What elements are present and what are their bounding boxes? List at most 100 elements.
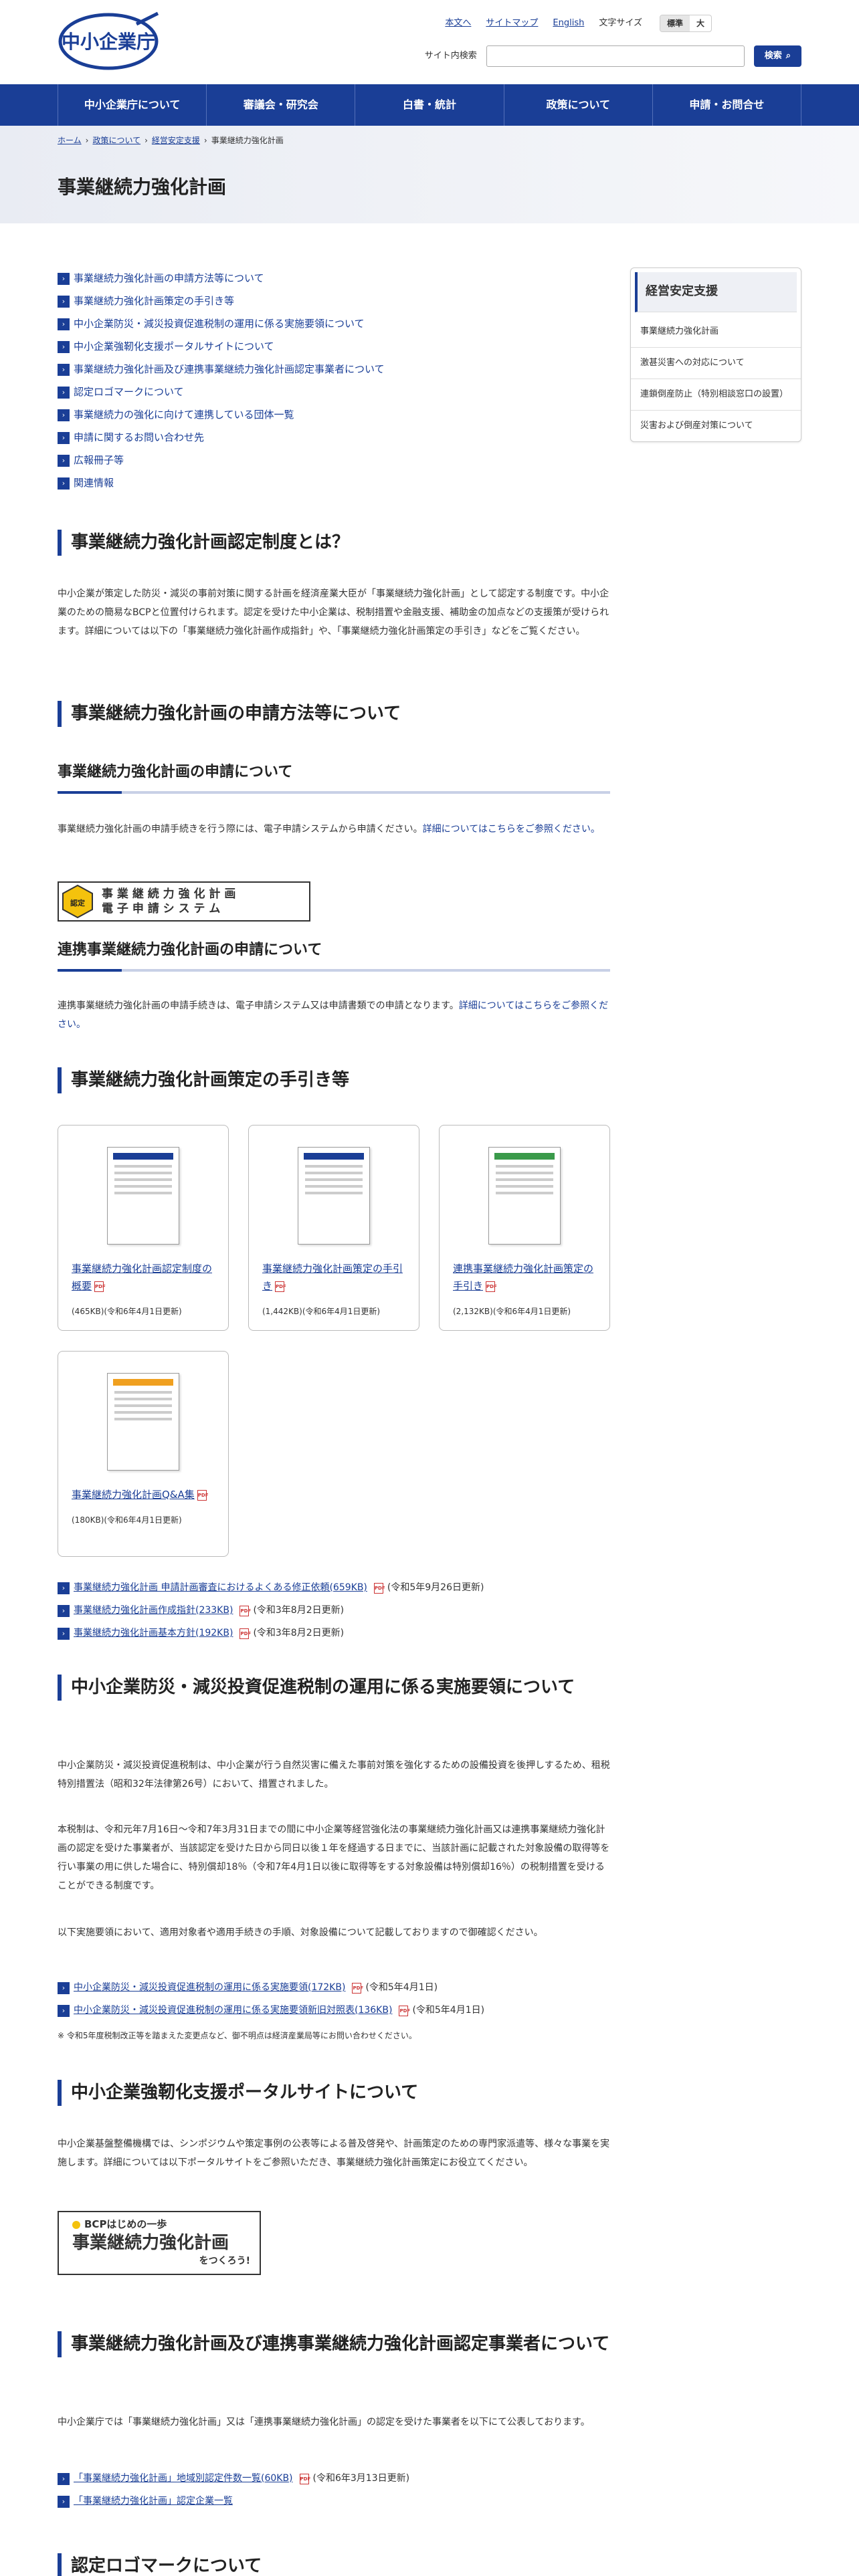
nav-whitepaper[interactable]: 白書・統計 [355,84,504,126]
guide-card-link[interactable]: 連携事業継続力強化計画策定の手引き [453,1263,593,1292]
certified-downloads: › 「事業継続力強化計画」地域別認定件数一覧(60KB) PDF (令和6年3月13日… [58,2468,610,2513]
sidebar-title[interactable]: 経営安定支援 [635,272,797,312]
guide-card-link[interactable]: 事業継続力強化計画Q&A集 [72,1489,195,1501]
download-note: (令和3年8月2日更新) [253,1605,345,1616]
portal-text: 中小企業基盤整備機構では、シンポジウムや策定事例の公表等による普及啓発や、計画策… [58,2139,610,2168]
toc-link[interactable]: 中小企業防災・減災投資促進税制の運用に係る実施要領について [74,316,365,333]
download-link[interactable]: 事業継続力強化計画基本方針(192KB) [74,1626,233,1642]
e-application-banner[interactable]: 認定 事 業 継 続 力 強 化 計 画 電 子 申 請 シ ス テ ム [58,881,310,922]
nav-apply[interactable]: 申請・お問合せ [653,84,802,126]
guide-downloads: › 事業継続力強化計画 申請計画審査におけるよくある修正依頼(659KB) PDF(… [58,1577,610,1645]
guide-card[interactable]: 事業継続力強化計画策定の手引き PDF (1,442KB)(令和6年4月1日更新) [248,1125,419,1331]
search-button[interactable]: 検索 ⌕ [753,45,801,67]
search-input[interactable] [486,45,745,67]
breadcrumb-policy[interactable]: 政策について [92,134,140,147]
dot-icon [72,2220,80,2229]
toc-item[interactable]: › 事業継続力強化計画策定の手引き等 [58,290,610,313]
section-heading-logo: 認定ロゴマークについて [58,2553,610,2576]
search-icon: ⌕ [785,50,791,61]
toc-item[interactable]: › 申請に関するお問い合わせ先 [58,427,610,449]
arrow-right-icon: › [58,318,70,330]
tax-text-2: 本税制は、令和元年7月16日～令和7年3月31日までの間に中小企業等経営強化法の… [58,1824,610,1891]
toc-item[interactable]: › 広報冊子等 [58,449,610,472]
download-link[interactable]: 事業継続力強化計画作成指針(233KB) [74,1603,233,1619]
pdf-icon: PDF [94,1281,106,1292]
download-link[interactable]: 中小企業防災・減災投資促進税制の運用に係る実施要領新旧対照表(136KB) [74,2003,392,2019]
breadcrumb: ホーム › 政策について › 経営安定支援 › 事業継続力強化計画 [58,126,801,147]
sidebar-item-disaster[interactable]: 激甚災害への対応について [631,348,801,379]
download-link[interactable]: 「事業継続力強化計画」認定企業一覧 [74,2494,233,2510]
sidebar-item-measures[interactable]: 災害および倒産対策について [631,411,801,441]
subheading-joint-application: 連携事業継続力強化計画の申請について [58,938,610,972]
sidebar-item-bcp[interactable]: 事業継続力強化計画 [631,316,801,348]
toc-item[interactable]: › 事業継続力強化計画及び連携事業継続力強化計画認定事業者について [58,358,610,381]
font-size-large-button[interactable]: 大 [690,15,711,31]
chevron-right-icon: › [85,136,89,145]
guide-card-meta: (465KB)(令和6年4月1日更新) [72,1306,182,1316]
toc-item[interactable]: › 中小企業防災・減災投資促進税制の運用に係る実施要領について [58,313,610,336]
portal-banner[interactable]: BCPはじめの一歩 事業継続力強化計画 をつくろう! [58,2211,261,2275]
site-logo[interactable]: 中小企業庁 [58,11,166,72]
section-heading-portal: 中小企業強靭化支援ポータルサイトについて [58,2080,610,2106]
logo-emblem-icon: 中小企業庁 [58,11,159,70]
arrow-right-icon: › [58,1982,70,1994]
logo-text: 中小企業庁 [62,31,155,53]
nav-policy[interactable]: 政策について [504,84,653,126]
toc-link[interactable]: 申請に関するお問い合わせ先 [74,429,204,447]
pdf-icon: PDF [275,1281,286,1292]
guide-card[interactable]: 事業継続力強化計画認定制度の概要 PDF (465KB)(令和6年4月1日更新) [58,1125,229,1331]
application-detail-link[interactable]: 詳細についてはこちらをご参照ください。 [423,824,600,835]
breadcrumb-home[interactable]: ホーム [58,134,82,147]
section-heading-guides: 事業継続力強化計画策定の手引き等 [58,1067,610,1093]
toc-item[interactable]: › 中小企業強靭化支援ポータルサイトについて [58,336,610,358]
toc-link[interactable]: 広報冊子等 [74,452,124,469]
download-link[interactable]: 事業継続力強化計画 申請計画審査におけるよくある修正依頼(659KB) [74,1580,367,1596]
toc-item[interactable]: › 事業継続力強化計画の申請方法等について [58,267,610,290]
breadcrumb-management[interactable]: 経営安定支援 [152,134,200,147]
english-link[interactable]: English [553,16,584,31]
portal-banner-main: 事業継続力強化計画 [72,2233,229,2254]
toc-link[interactable]: 事業継続力強化計画策定の手引き等 [74,293,234,310]
arrow-right-icon: › [58,1582,70,1594]
nav-about[interactable]: 中小企業庁について [58,84,207,126]
toc-item[interactable]: › 事業継続力の強化に向けて連携している団体一覧 [58,404,610,427]
pdf-icon: PDF [486,1281,497,1292]
download-link[interactable]: 「事業継続力強化計画」地域別認定件数一覧(60KB) [74,2471,293,2487]
toc-link[interactable]: 関連情報 [74,475,114,492]
site-header: 中小企業庁 本文へ サイトマップ English 文字サイズ 標準 大 サイト内… [0,0,859,84]
arrow-right-icon: › [58,409,70,421]
skip-to-content-link[interactable]: 本文へ [445,16,471,31]
download-item: › 「事業継続力強化計画」認定企業一覧 [58,2490,610,2513]
nav-councils[interactable]: 審議会・研究会 [207,84,356,126]
global-nav: 中小企業庁について 審議会・研究会 白書・統計 政策について 申請・お問合せ [0,84,859,126]
font-size-toggle: 標準 大 [659,15,712,33]
section-heading-overview: 事業継続力強化計画認定制度とは？ [58,530,610,556]
toc-item[interactable]: › 関連情報 [58,472,610,495]
arrow-right-icon: › [58,2473,70,2485]
pdf-icon: PDF [399,2006,410,2016]
chevron-right-icon: › [203,136,207,145]
breadcrumb-current: 事業継続力強化計画 [211,136,284,145]
document-thumbnail [107,1147,179,1245]
subheading-application: 事業継続力強化計画の申請について [58,760,610,794]
section-heading-certified: 事業継続力強化計画及び連携事業継続力強化計画認定事業者について [58,2331,610,2357]
toc-link[interactable]: 事業継続力強化計画及び連携事業継続力強化計画認定事業者について [74,361,385,379]
sidebar-item-chain-bankruptcy[interactable]: 連鎖倒産防止（特別相談窓口の設置） [631,379,801,411]
pdf-icon: PDF [197,1490,209,1501]
application-text: 事業継続力強化計画の申請手続きを行う際には、電子申請システムから申請ください。詳… [58,824,600,835]
toc-link[interactable]: 中小企業強靭化支援ポータルサイトについて [74,338,274,356]
toc-link[interactable]: 認定ロゴマークについて [74,384,184,401]
download-link[interactable]: 中小企業防災・減災投資促進税制の運用に係る実施要領(172KB) [74,1980,345,1996]
document-thumbnail [488,1147,561,1245]
guide-card[interactable]: 事業継続力強化計画Q&A集 PDF (180KB)(令和6年4月1日更新) [58,1351,229,1557]
portal-banner-sub: をつくろう! [199,2256,250,2267]
toc-link[interactable]: 事業継続力の強化に向けて連携している団体一覧 [74,407,294,424]
font-size-standard-button[interactable]: 標準 [660,15,690,32]
guide-card[interactable]: 連携事業継続力強化計画策定の手引き PDF (2,132KB)(令和6年4月1日更… [439,1125,610,1331]
sitemap-link[interactable]: サイトマップ [486,16,538,31]
tax-downloads: › 中小企業防災・減災投資促進税制の運用に係る実施要領(172KB) PDF (令和5… [58,1977,610,2022]
toc-item[interactable]: › 認定ロゴマークについて [58,381,610,404]
guide-card-link[interactable]: 事業継続力強化計画認定制度の概要 [72,1263,212,1292]
overview-text: 中小企業が策定した防災・減災の事前対策に関する計画を経済産業大臣が「事業継続力強… [58,588,609,637]
toc-link[interactable]: 事業継続力強化計画の申請方法等について [74,270,264,288]
